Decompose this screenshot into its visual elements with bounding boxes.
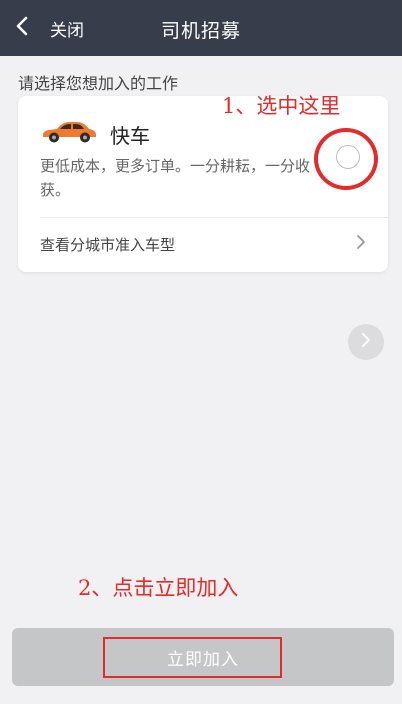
page-title: 司机招募 <box>160 20 241 42</box>
job-description: 更低成本，更多订单。一分耕耘，一分收获。 <box>40 157 311 199</box>
orange-car-icon <box>40 118 98 144</box>
annotation-step-1: 1、选中这里 <box>222 94 341 118</box>
title-bar: 关闭 司机招募 <box>0 0 402 56</box>
annotation-circle <box>314 128 378 190</box>
annotation-step-2: 2、点击立即加入 <box>78 576 239 600</box>
section-label: 请选择您想加入的工作 <box>18 74 179 93</box>
job-title: 快车 <box>110 124 150 148</box>
chevron-right-icon <box>356 234 366 254</box>
next-page-button[interactable] <box>348 324 384 360</box>
annotation-rectangle <box>103 637 282 678</box>
city-vehicle-link[interactable]: 查看分城市准入车型 <box>40 218 366 270</box>
city-link-label: 查看分城市准入车型 <box>40 235 176 254</box>
chevron-right-icon <box>361 332 371 352</box>
